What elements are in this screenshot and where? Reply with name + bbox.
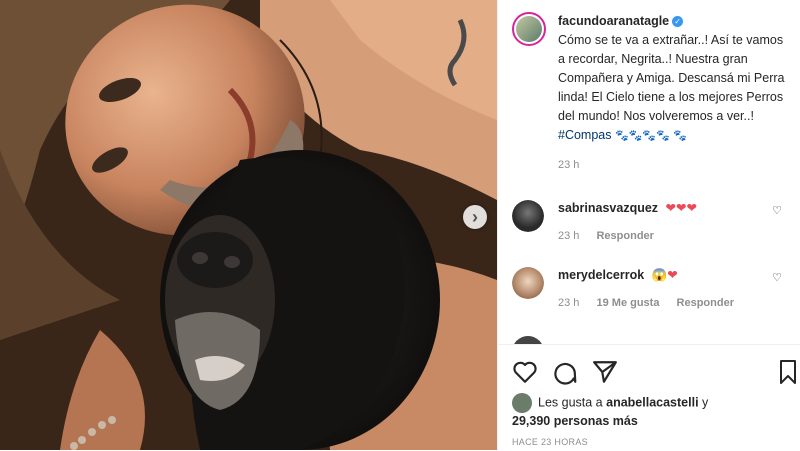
comment-item: merydelcerrok 😱❤ 23 h 19 Me gusta Respon… bbox=[512, 267, 786, 311]
comment-text: ❤❤❤ bbox=[665, 201, 697, 215]
commenter-avatar[interactable] bbox=[512, 336, 544, 344]
comment-like-heart-icon[interactable]: ♡ bbox=[772, 204, 782, 217]
caption-meta: 23 h bbox=[558, 156, 790, 175]
post-photo[interactable]: › bbox=[0, 0, 497, 450]
author-avatar[interactable] bbox=[512, 12, 546, 46]
verified-badge-icon: ✓ bbox=[672, 16, 684, 28]
comment-text: 😱❤ bbox=[651, 268, 678, 282]
likes-suffix: y bbox=[702, 395, 709, 410]
comment-like-heart-icon[interactable]: ♡ bbox=[772, 271, 782, 284]
post-caption: facundoaranatagle ✓ Cómo se te va a extra… bbox=[512, 12, 786, 175]
instagram-post: › facundoaranatagle ✓ Cómo se te va a ext… bbox=[0, 0, 800, 450]
comment-icon[interactable] bbox=[552, 359, 578, 385]
comment-time[interactable]: 23 h bbox=[558, 230, 579, 242]
post-side-panel: facundoaranatagle ✓ Cómo se te va a extra… bbox=[497, 0, 800, 450]
likes-prefix: Les gusta a bbox=[538, 395, 603, 410]
comment-item-partial bbox=[512, 336, 544, 344]
reply-button[interactable]: Responder bbox=[677, 297, 734, 309]
caption-body: Cómo se te va a extrañar..! Así te vamos… bbox=[558, 31, 790, 146]
liker-username[interactable]: anabellacastelli bbox=[606, 395, 698, 409]
share-icon[interactable] bbox=[592, 359, 618, 385]
heart-icon[interactable] bbox=[512, 359, 538, 385]
comment-username[interactable]: sabrinasvazquez bbox=[558, 201, 658, 215]
commenter-avatar[interactable] bbox=[512, 200, 544, 232]
caption-text: Cómo se te va a extrañar..! Así te vamos… bbox=[558, 33, 785, 123]
chevron-right-icon: › bbox=[472, 207, 478, 227]
caption-emojis: 🐾🐾🐾🐾 bbox=[614, 130, 670, 142]
bookmark-icon[interactable] bbox=[778, 359, 798, 385]
comment-likes-count[interactable]: 19 Me gusta bbox=[596, 297, 659, 309]
author-username[interactable]: facundoaranatagle bbox=[558, 14, 669, 28]
caption-emoji-tail: 🐾 bbox=[673, 130, 687, 142]
comment-time[interactable]: 23 h bbox=[558, 297, 579, 309]
post-actions: Les gusta a anabellacastelli y 29,390 pe… bbox=[498, 344, 800, 451]
likes-count[interactable]: 29,390 personas más bbox=[512, 414, 638, 428]
likes-summary: Les gusta a anabellacastelli y 29,390 pe… bbox=[512, 393, 708, 430]
comment-item: sabrinasvazquez ❤❤❤ 23 h Responder ♡ bbox=[512, 200, 786, 244]
comment-username[interactable]: merydelcerrok bbox=[558, 268, 644, 282]
post-timestamp[interactable]: HACE 23 HORAS bbox=[512, 437, 588, 447]
caption-time[interactable]: 23 h bbox=[558, 159, 579, 171]
commenter-avatar[interactable] bbox=[512, 267, 544, 299]
commenter-avatar-image bbox=[512, 200, 544, 232]
reply-button[interactable]: Responder bbox=[596, 230, 653, 242]
liker-avatar[interactable] bbox=[512, 393, 532, 413]
author-avatar-image bbox=[516, 16, 542, 42]
hashtag-link[interactable]: #Compas bbox=[558, 128, 612, 142]
photo-illustration bbox=[0, 0, 497, 450]
carousel-next-button[interactable]: › bbox=[463, 205, 487, 229]
commenter-avatar-image bbox=[512, 267, 544, 299]
